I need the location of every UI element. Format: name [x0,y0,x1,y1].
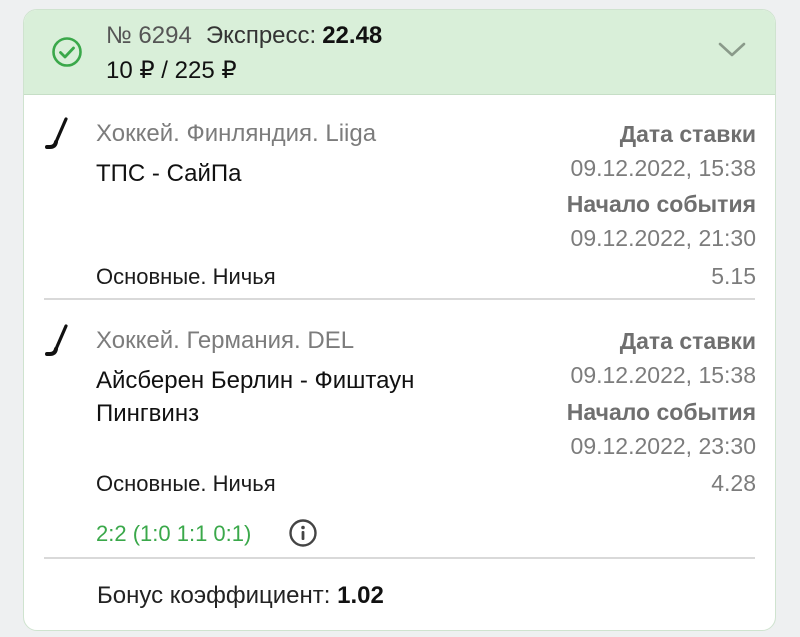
chevron-down-icon[interactable] [717,40,747,60]
bet-date: 09.12.2022, 15:38 [570,155,756,181]
league-name: Хоккей. Германия. DEL [96,327,355,354]
market-name: Основные. Ничья [96,264,276,289]
stake-payout: 10 ₽ / 225 ₽ [106,57,237,84]
start-date-label: Начало события [566,399,756,425]
league-name: Хоккей. Финляндия. Liiga [96,120,377,147]
start-date: 09.12.2022, 21:30 [570,225,756,251]
info-icon[interactable] [288,518,318,548]
bet-number: № 6294 [106,22,192,49]
divider [44,298,755,300]
start-date: 09.12.2022, 23:30 [570,433,756,459]
event-odds: 4.28 [711,470,756,496]
bet-type: Экспресс: [205,22,317,49]
event-teams: Айсберен Берлин - Фиштаун Пингвинз [96,367,415,427]
event-item: Хоккей. Германия. DEL Айсберен Берлин - … [24,301,775,559]
divider [44,557,755,559]
bet-date-label: Дата ставки [619,328,756,354]
bet-header[interactable]: № 6294 Экспресс: 22.48 10 ₽ / 225 ₽ [24,10,775,95]
market-name: Основные. Ничья [96,471,276,496]
event-score: 2:2 (1:0 1:1 0:1) [96,521,252,546]
event-item: Хоккей. Финляндия. Liiga ТПС - СайПа Дат… [24,94,775,300]
hockey-stick-icon [45,117,68,149]
total-odds: 22.48 [322,22,383,49]
bet-card: № 6294 Экспресс: 22.48 10 ₽ / 225 ₽ Хоккей… [23,9,776,631]
start-date-label: Начало события [566,191,756,217]
event-odds: 5.15 [711,263,756,289]
check-circle-icon [52,37,82,67]
event-teams: ТПС - СайПа [96,160,242,187]
bet-summary: № 6294 Экспресс: 22.48 [106,22,382,50]
bet-date: 09.12.2022, 15:38 [570,362,756,388]
bet-date-label: Дата ставки [619,121,756,147]
bonus-coefficient: Бонус коэффициент: 1.02 [97,582,384,610]
bonus-value: 1.02 [337,582,384,609]
hockey-stick-icon [45,324,68,356]
bonus-label: Бонус коэффициент: [97,582,331,609]
